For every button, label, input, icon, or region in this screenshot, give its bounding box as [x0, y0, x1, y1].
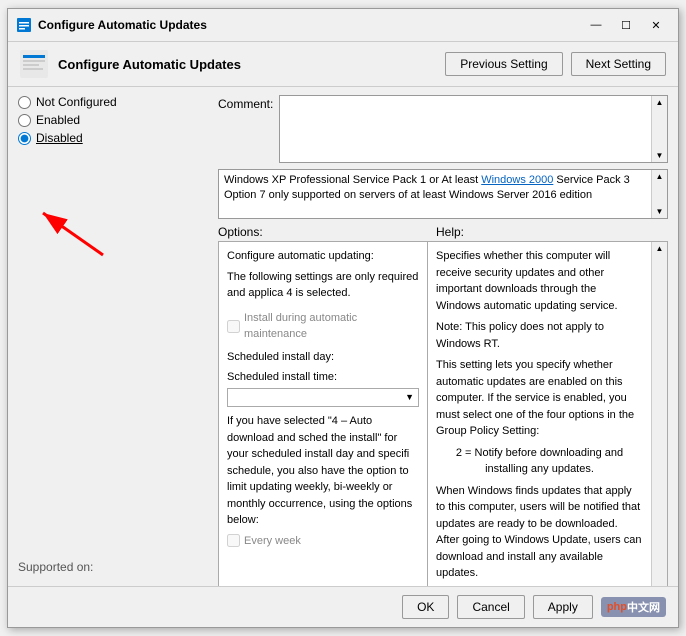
php-badge-text: php [607, 601, 627, 613]
help-label: Help: [436, 225, 464, 239]
radio-enabled-label: Enabled [36, 113, 80, 127]
cancel-button[interactable]: Cancel [457, 595, 524, 619]
every-week-row: Every week [227, 533, 419, 550]
title-bar-text: Configure Automatic Updates [38, 18, 576, 32]
help-label-cell: Help: [428, 225, 668, 241]
comment-label: Comment: [218, 95, 273, 111]
header-title: Configure Automatic Updates [58, 57, 435, 72]
supported-scroll-down[interactable]: ▼ [654, 205, 666, 218]
apply-button[interactable]: Apply [533, 595, 593, 619]
scheduled-day-row: Scheduled install day: [227, 349, 419, 366]
radio-not-configured[interactable]: Not Configured [18, 95, 208, 109]
options-box: Configure automatic updating: The follow… [218, 241, 428, 586]
options-configure-label: Configure automatic updating: [227, 248, 419, 265]
help-p4: 2 = Notify before downloading and instal… [436, 445, 643, 478]
supported-box: Windows XP Professional Service Pack 1 o… [218, 169, 668, 219]
weekly-note: If you have selected "4 – Auto download … [227, 413, 419, 529]
php-badge-suffix: 中文网 [627, 599, 660, 615]
install-maintenance-label: Install during automatic maintenance [244, 310, 419, 343]
title-bar: Configure Automatic Updates — ☐ ✕ [8, 9, 678, 42]
radio-enabled-input[interactable] [18, 114, 31, 127]
help-scrollbar: ▲ ▼ [651, 242, 667, 586]
previous-setting-button[interactable]: Previous Setting [445, 52, 562, 76]
help-p3: This setting lets you specify whether au… [436, 357, 643, 440]
help-box: Specifies whether this computer will rec… [428, 241, 668, 586]
options-content: Configure automatic updating: The follow… [219, 242, 427, 586]
help-scroll-up[interactable]: ▲ [654, 242, 666, 255]
comment-textarea[interactable] [280, 96, 651, 162]
supported-text-content: Windows XP Professional Service Pack 1 o… [224, 174, 630, 201]
comment-scroll-down[interactable]: ▼ [654, 149, 666, 162]
radio-not-configured-input[interactable] [18, 96, 31, 109]
help-p5: When Windows finds updates that apply to… [436, 483, 643, 582]
header-row: Configure Automatic Updates Previous Set… [8, 42, 678, 87]
install-maintenance-checkbox-row: Install during automatic maintenance [227, 310, 419, 343]
comment-scrollbar: ▲ ▼ [651, 96, 667, 162]
radio-disabled-label: Disabled [36, 131, 83, 145]
supported-row: Windows XP Professional Service Pack 1 o… [218, 169, 668, 219]
scheduled-day-label: Scheduled install day: [227, 349, 419, 366]
header-buttons: Previous Setting Next Setting [445, 52, 666, 76]
help-p1: Specifies whether this computer will rec… [436, 248, 643, 314]
policy-icon [20, 50, 48, 78]
options-label: Options: [218, 225, 263, 239]
help-p2: Note: This policy does not apply to Wind… [436, 319, 643, 352]
every-week-checkbox[interactable] [227, 534, 240, 547]
every-week-label: Every week [244, 533, 301, 550]
header-icon [20, 50, 48, 78]
bottom-area: Options: Help: Configure automatic updat… [218, 225, 668, 586]
supported-scrollbar: ▲ ▼ [651, 170, 667, 218]
time-dropdown-arrow: ▼ [405, 391, 414, 405]
radio-group: Not Configured Enabled Disabled [18, 95, 208, 145]
options-note: The following settings are only required… [227, 269, 419, 302]
supported-text: Windows XP Professional Service Pack 1 o… [219, 170, 651, 218]
supported-on-label: Supported on: [18, 560, 93, 574]
ok-button[interactable]: OK [402, 595, 449, 619]
install-maintenance-checkbox[interactable] [227, 320, 240, 333]
php-badge: php 中文网 [601, 597, 666, 617]
left-panel: Not Configured Enabled Disabled Supporte… [8, 87, 218, 586]
window-icon [16, 17, 32, 33]
section-labels: Options: Help: [218, 225, 668, 241]
minimize-button[interactable]: — [582, 15, 610, 35]
right-panel: Comment: ▲ ▼ Windows XP Professional Ser… [218, 87, 678, 586]
supported-scroll-up[interactable]: ▲ [654, 170, 666, 183]
maximize-button[interactable]: ☐ [612, 15, 640, 35]
windows2000-link[interactable]: Windows 2000 [481, 174, 553, 186]
comment-scroll-up[interactable]: ▲ [654, 96, 666, 109]
red-arrow-annotation [23, 205, 113, 260]
scheduled-time-select[interactable]: ▼ [227, 388, 419, 408]
title-bar-icon [16, 17, 32, 33]
radio-not-configured-label: Not Configured [36, 95, 117, 109]
title-bar-controls: — ☐ ✕ [582, 15, 670, 35]
comment-row: Comment: ▲ ▼ [218, 95, 668, 163]
radio-enabled[interactable]: Enabled [18, 113, 208, 127]
radio-disabled-input[interactable] [18, 132, 31, 145]
boxes-row: Configure automatic updating: The follow… [218, 241, 668, 586]
close-button[interactable]: ✕ [642, 15, 670, 35]
radio-disabled[interactable]: Disabled [18, 131, 208, 145]
options-label-cell: Options: [218, 225, 428, 241]
comment-box: ▲ ▼ [279, 95, 668, 163]
help-content: Specifies whether this computer will rec… [428, 242, 651, 586]
scheduled-time-label: Scheduled install time: [227, 369, 419, 386]
main-window: Configure Automatic Updates — ☐ ✕ Config… [7, 8, 679, 628]
next-setting-button[interactable]: Next Setting [571, 52, 666, 76]
bottom-bar: OK Cancel Apply php 中文网 [8, 586, 678, 627]
scheduled-time-row: Scheduled install time: ▼ [227, 369, 419, 407]
